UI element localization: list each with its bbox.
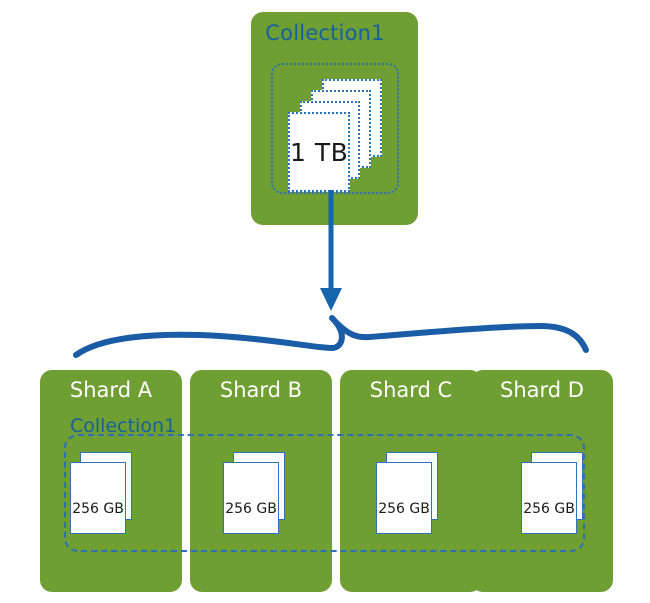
shard-a-document-size-label: 256 GB	[72, 501, 124, 517]
shard-label-a: Shard A	[69, 378, 153, 402]
shard-collection-dotted-container	[64, 434, 585, 552]
collection-box-title: Collection1	[265, 21, 385, 45]
shard-c-document-size-label: 256 GB	[378, 501, 430, 517]
shard-c-document-front: 256 GB	[376, 462, 432, 534]
shard-label-b: Shard B	[219, 378, 303, 402]
shard-label-d: Shard D	[500, 378, 584, 402]
shard-d-document-front: 256 GB	[521, 462, 577, 534]
collection-document-1: 1 TB	[288, 112, 350, 192]
collection-document-size-label: 1 TB	[290, 138, 349, 167]
curly-brace-icon	[73, 315, 589, 358]
shard-b-document-front: 256 GB	[223, 462, 279, 534]
shard-d-document-size-label: 256 GB	[523, 501, 575, 517]
shard-a-document-front: 256 GB	[70, 462, 126, 534]
sharding-diagram: Collection1 1 TB Shard A Shard B Shard C…	[0, 0, 650, 603]
shard-collection-label: Collection1	[70, 415, 177, 437]
shard-label-c: Shard C	[369, 378, 453, 402]
split-arrow-icon	[320, 190, 342, 311]
shard-b-document-size-label: 256 GB	[225, 501, 277, 517]
